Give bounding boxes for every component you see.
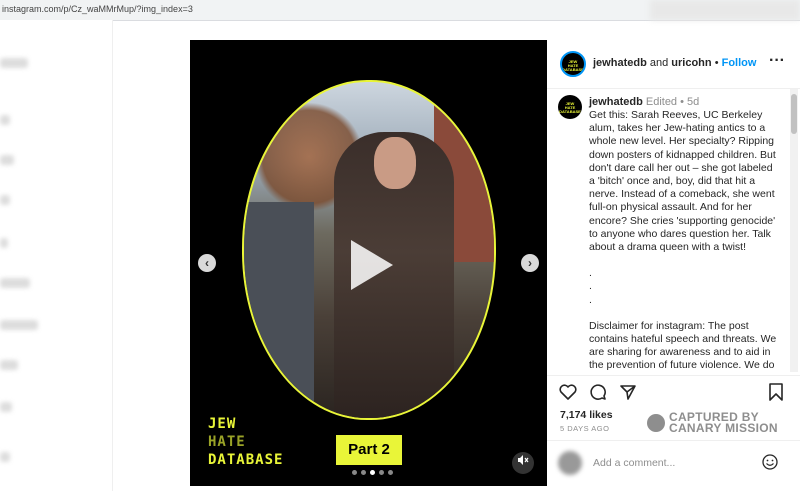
- edited-label: Edited: [645, 96, 678, 108]
- heart-icon[interactable]: [559, 384, 577, 400]
- avatar: [558, 451, 582, 475]
- sidebar: [0, 20, 113, 491]
- logo-line-2: HATE: [208, 434, 246, 450]
- post-header: JEW HATE DATABASE jewhatedb and uricohn • …: [547, 40, 800, 89]
- carousel-dot: [379, 470, 384, 475]
- scrollbar[interactable]: [790, 89, 798, 372]
- sidebar-blur-item: [0, 320, 38, 330]
- caption-username[interactable]: jewhatedb: [589, 96, 643, 108]
- scrollbar-thumb[interactable]: [791, 94, 797, 134]
- play-icon[interactable]: [351, 240, 393, 290]
- comment-icon[interactable]: [589, 383, 607, 401]
- url-text[interactable]: instagram.com/p/Cz_waMMrMup/?img_index=3: [2, 4, 193, 14]
- speaker-muted-icon[interactable]: [512, 452, 534, 474]
- post-media[interactable]: ‹ › JEW HATE DATABASE Part 2: [190, 40, 547, 486]
- sidebar-blur-item: [0, 452, 10, 462]
- post-authors: jewhatedb and uricohn • Follow: [593, 57, 756, 69]
- canary-bird-icon: [647, 414, 665, 432]
- avatar[interactable]: JEW HATE DATABASE: [560, 51, 586, 77]
- comment-box: Add a comment...: [547, 440, 800, 487]
- watermark-line-2: CANARY MISSION: [669, 421, 778, 435]
- caption-text: Get this: Sarah Reeves, UC Berkeley alum…: [589, 109, 781, 372]
- post-time: 5d: [687, 96, 700, 108]
- coauthor-username[interactable]: uricohn: [671, 57, 711, 69]
- comment-input[interactable]: Add a comment...: [593, 457, 675, 469]
- jew-hate-database-logo: JEW HATE DATABASE: [208, 415, 283, 469]
- likes-count[interactable]: 7,174 likes: [560, 409, 613, 421]
- carousel-dot: [361, 470, 366, 475]
- share-icon[interactable]: [619, 383, 637, 401]
- caption-paragraph: Disclaimer for instagram: The post conta…: [589, 319, 777, 372]
- canary-mission-watermark: CAPTURED BY CANARY MISSION: [647, 411, 778, 435]
- blurred-toolbar: [650, 0, 800, 20]
- logo-line-1: JEW: [208, 416, 237, 432]
- post-details-panel: JEW HATE DATABASE jewhatedb and uricohn • …: [547, 40, 800, 486]
- and-text: and: [649, 57, 669, 69]
- sidebar-blur-item: [0, 58, 28, 68]
- caption-paragraph: Get this: Sarah Reeves, UC Berkeley alum…: [589, 109, 776, 254]
- separator: •: [680, 96, 684, 108]
- caption-dot: .: [589, 293, 592, 306]
- separator: •: [714, 57, 719, 69]
- carousel-dot: [370, 470, 375, 475]
- logo-line-3: DATABASE: [208, 452, 284, 468]
- more-horizontal-icon[interactable]: ···: [769, 52, 785, 70]
- avatar[interactable]: JEW HATE DATABASE: [558, 95, 582, 119]
- sidebar-blur-item: [0, 238, 8, 248]
- smiley-icon[interactable]: [762, 454, 778, 470]
- sidebar-blur-item: [0, 115, 10, 125]
- author-username[interactable]: jewhatedb: [593, 57, 647, 69]
- carousel-dot: [352, 470, 357, 475]
- left-person-image: [244, 202, 314, 418]
- sidebar-blur-item: [0, 402, 12, 412]
- action-bar: 7,174 likes 5 DAYS AGO CAPTURED BY CANAR…: [547, 375, 800, 486]
- caption-header: jewhatedb Edited • 5d: [589, 96, 699, 108]
- sidebar-blur-item: [0, 278, 30, 288]
- follow-button[interactable]: Follow: [722, 57, 757, 69]
- carousel-dots: [352, 470, 393, 475]
- chevron-left-icon[interactable]: ‹: [198, 254, 216, 272]
- chevron-right-icon[interactable]: ›: [521, 254, 539, 272]
- part-label: Part 2: [336, 435, 402, 465]
- sidebar-blur-item: [0, 155, 14, 165]
- carousel-dot: [388, 470, 393, 475]
- caption-dot: .: [589, 280, 592, 293]
- caption-dot: .: [589, 267, 592, 280]
- caption-section: JEW HATE DATABASE jewhatedb Edited • 5d Ge…: [547, 89, 800, 372]
- sidebar-blur-item: [0, 360, 18, 370]
- face-image: [374, 137, 416, 189]
- bookmark-icon[interactable]: [769, 383, 783, 401]
- post-date[interactable]: 5 DAYS AGO: [560, 424, 609, 433]
- sidebar-blur-item: [0, 195, 10, 205]
